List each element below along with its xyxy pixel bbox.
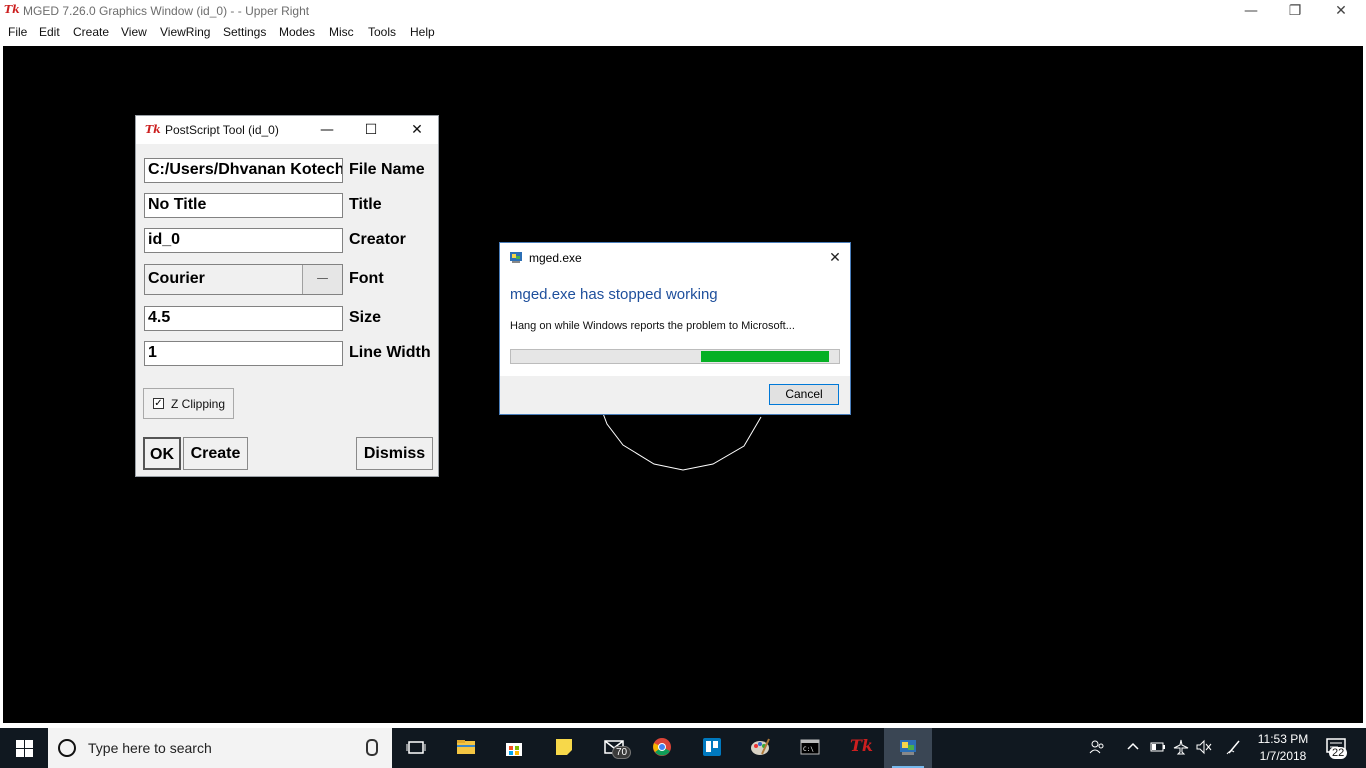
search-box[interactable]: Type here to search [48, 728, 392, 768]
store-button[interactable] [490, 728, 538, 768]
z-clipping-label: Z Clipping [171, 397, 226, 411]
close-button[interactable]: ✕ [394, 116, 440, 144]
tk-feather-icon: Tk [850, 736, 873, 755]
clock[interactable]: 11:53 PM 1/7/2018 [1252, 731, 1314, 765]
menu-file[interactable]: File [8, 25, 27, 39]
error-heading: mged.exe has stopped working [510, 286, 718, 303]
creator-label: Creator [349, 231, 406, 248]
dismiss-button[interactable]: Dismiss [356, 437, 433, 470]
cortana-icon [58, 739, 76, 757]
svg-text:C:\: C:\ [803, 746, 814, 753]
chrome-button[interactable] [638, 728, 686, 768]
battery-icon[interactable] [1150, 739, 1166, 755]
error-dialog: mged.exe ✕ mged.exe has stopped working … [499, 242, 851, 415]
trello-icon [703, 738, 721, 756]
menu-help[interactable]: Help [410, 25, 435, 39]
search-placeholder: Type here to search [88, 740, 212, 756]
report-progress-bar [510, 349, 840, 364]
file-name-label: File Name [349, 161, 425, 178]
tk-feather-icon: Tk [145, 123, 161, 136]
line-width-input[interactable]: 1 [144, 341, 343, 366]
windows-logo-icon [16, 740, 33, 757]
restore-button[interactable]: ❐ [1272, 0, 1318, 22]
menu-tools[interactable]: Tools [368, 25, 396, 39]
dialog-title: PostScript Tool (id_0) [165, 123, 279, 137]
error-message: Hang on while Windows reports the proble… [510, 320, 795, 332]
airplane-mode-icon[interactable] [1173, 739, 1189, 755]
trello-button[interactable] [688, 728, 736, 768]
folder-icon [457, 740, 475, 754]
clock-date: 1/7/2018 [1259, 749, 1307, 763]
error-dialog-footer: Cancel [500, 376, 850, 414]
font-dropdown-button[interactable]: — [302, 265, 342, 294]
mail-badge: 70 [612, 746, 632, 759]
file-name-input[interactable]: C:/Users/Dhvanan Kotecha [144, 158, 343, 183]
close-button[interactable]: ✕ [1318, 0, 1364, 22]
dialog-title-bar: Tk PostScript Tool (id_0) — ☐ ✕ [136, 116, 438, 144]
cancel-button[interactable]: Cancel [769, 384, 839, 405]
mged-taskbar-button[interactable] [884, 728, 932, 768]
pen-ink-icon[interactable] [1226, 739, 1242, 755]
volume-muted-icon[interactable] [1196, 739, 1212, 755]
mged-app-icon [900, 740, 916, 755]
chevron-up-icon[interactable] [1126, 739, 1140, 755]
terminal-icon: C:\ [800, 739, 820, 755]
taskbar: Type here to search 70 C:\ Tk 11:53 PM 1… [0, 728, 1366, 768]
z-clipping-checkbox[interactable]: ✓ [153, 398, 164, 409]
title-input[interactable]: No Title [144, 193, 343, 218]
menu-edit[interactable]: Edit [39, 25, 60, 39]
menu-bar: File Edit Create View ViewRing Settings … [0, 22, 1366, 43]
notification-count-badge: 22 [1329, 747, 1348, 759]
postscript-tool-dialog: Tk PostScript Tool (id_0) — ☐ ✕ C:/Users… [135, 115, 439, 477]
store-bag-icon [506, 743, 522, 756]
microphone-icon[interactable] [366, 739, 378, 756]
error-dialog-title: mged.exe [529, 251, 582, 265]
close-button[interactable]: ✕ [824, 247, 846, 269]
start-button[interactable] [0, 728, 48, 768]
chrome-icon [653, 738, 671, 756]
menu-settings[interactable]: Settings [223, 25, 266, 39]
size-input[interactable]: 4.5 [144, 306, 343, 331]
task-view-button[interactable] [392, 728, 440, 768]
menu-viewring[interactable]: ViewRing [160, 25, 210, 39]
font-select[interactable]: Courier — [144, 264, 343, 295]
z-clipping-checkbutton[interactable]: ✓ Z Clipping [143, 388, 234, 419]
create-button[interactable]: Create [183, 437, 248, 470]
sticky-note-icon [556, 739, 572, 755]
line-width-label: Line Width [349, 344, 431, 361]
progress-fill [701, 351, 829, 362]
mail-button[interactable]: 70 [590, 728, 638, 768]
menu-modes[interactable]: Modes [279, 25, 315, 39]
paint-palette-icon [751, 738, 770, 755]
people-icon[interactable] [1089, 739, 1105, 755]
tk-feather-icon: Tk [4, 3, 20, 16]
font-value: Courier [148, 270, 205, 287]
task-view-icon [406, 741, 426, 754]
clock-time: 11:53 PM [1257, 732, 1309, 746]
menu-create[interactable]: Create [73, 25, 109, 39]
terminal-button[interactable]: C:\ [786, 728, 834, 768]
minimize-button[interactable]: — [304, 116, 350, 144]
mged-app-icon [510, 252, 522, 263]
title-label: Title [349, 196, 382, 213]
window-title-bar: Tk MGED 7.26.0 Graphics Window (id_0) - … [0, 0, 1366, 22]
tk-wish-button[interactable]: Tk [836, 728, 884, 768]
minimize-button[interactable]: — [1228, 0, 1274, 22]
ok-button[interactable]: OK [143, 437, 181, 470]
sticky-notes-button[interactable] [540, 728, 588, 768]
menu-misc[interactable]: Misc [329, 25, 354, 39]
font-label: Font [349, 270, 384, 287]
creator-input[interactable]: id_0 [144, 228, 343, 253]
maximize-button[interactable]: ☐ [348, 116, 394, 144]
window-title: MGED 7.26.0 Graphics Window (id_0) - - U… [23, 4, 310, 18]
size-label: Size [349, 309, 382, 326]
paint-button[interactable] [736, 728, 784, 768]
menu-view[interactable]: View [121, 25, 147, 39]
error-dialog-title-bar: mged.exe ✕ [500, 243, 850, 273]
file-explorer-button[interactable] [442, 728, 490, 768]
